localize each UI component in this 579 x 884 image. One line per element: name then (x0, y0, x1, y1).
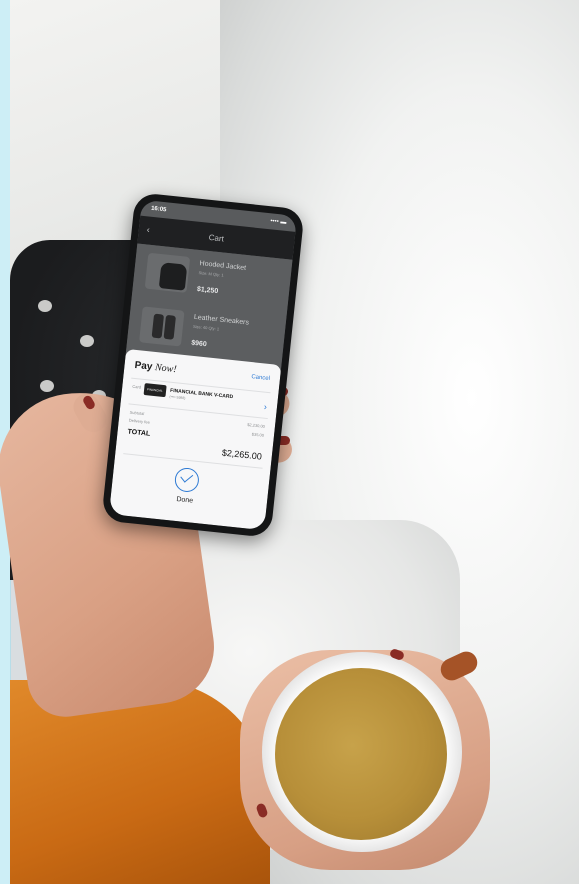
delivery-label: Delivery fee (128, 417, 151, 425)
phone-screen: 16:05 •••• ▬ ‹ Cart Hooded Jacket Size: … (108, 199, 298, 531)
cart-list: Hooded Jacket Size: M Qty: 1 $1,250 Leat… (125, 243, 293, 370)
item-image (144, 252, 191, 293)
subtotal-label: Subtotal (129, 409, 145, 417)
tea (275, 668, 447, 840)
item-image (139, 306, 185, 347)
pay-logo-italic: Now! (154, 362, 178, 376)
total-value: $2,265.00 (221, 447, 263, 462)
done-check-button[interactable] (173, 466, 201, 494)
smartphone: 16:05 •••• ▬ ‹ Cart Hooded Jacket Size: … (101, 192, 305, 538)
subtotal-value: $2,230.00 (246, 421, 266, 429)
cushion-dot (40, 380, 54, 392)
delivery-value: $35.00 (251, 431, 265, 438)
sneaker-image (151, 313, 165, 339)
payment-sheet: Pay Now! Cancel Card FINANCIAL FINANCIAL… (108, 348, 282, 531)
item-meta: Size: M Qty: 1 (198, 270, 224, 278)
done-label[interactable]: Done (111, 489, 259, 511)
pay-now-logo: Pay Now! (134, 360, 177, 375)
sneaker-image (163, 314, 176, 340)
card-logo: FINANCIAL (146, 387, 163, 393)
status-icons: •••• ▬ (270, 218, 287, 226)
item-meta: Size: 40 Qty: 1 (192, 323, 220, 332)
card-label: Card (132, 383, 142, 390)
cushion-dot (80, 335, 94, 347)
card-number: (•••• 5988) (169, 394, 186, 401)
chevron-right-icon[interactable]: › (263, 402, 267, 412)
photo-scene: 16:05 •••• ▬ ‹ Cart Hooded Jacket Size: … (0, 0, 579, 884)
cart-item[interactable]: Hooded Jacket Size: M Qty: 1 $1,250 (138, 248, 288, 309)
jacket-image (158, 262, 188, 291)
item-price: $1,250 (196, 285, 219, 296)
total-label: TOTAL (127, 428, 151, 438)
checkmark-icon (180, 470, 194, 483)
cancel-button[interactable]: Cancel (251, 374, 270, 382)
pay-logo-bold: Pay (134, 359, 153, 373)
divider (128, 403, 268, 420)
card-thumbnail: FINANCIAL (143, 383, 167, 398)
cushion-dot (38, 300, 52, 312)
item-price: $960 (190, 339, 208, 349)
status-time: 16:05 (150, 205, 167, 214)
